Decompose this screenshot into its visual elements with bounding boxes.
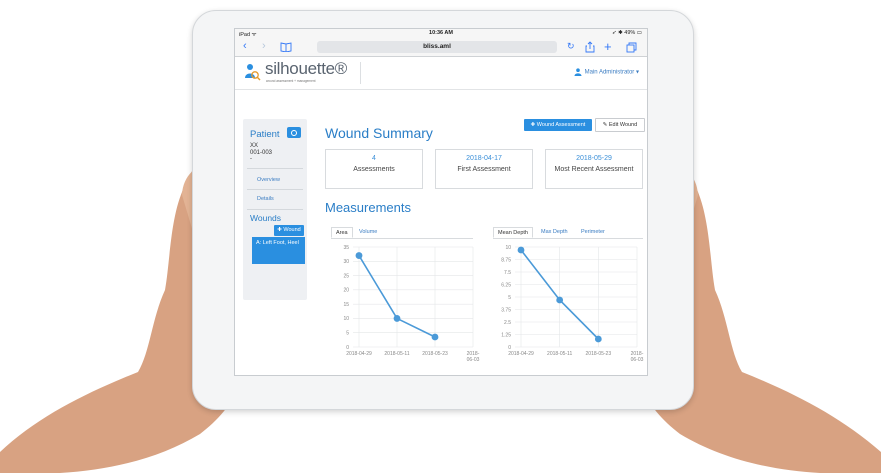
y-tick-label: 0 xyxy=(508,345,511,351)
patient-sidebar: Patient XX 001-003 - Overview Details Wo… xyxy=(243,119,307,300)
logo-tagline: wound assessment + management xyxy=(266,79,316,83)
stat-value: 2018-04-17 xyxy=(466,155,502,162)
data-point xyxy=(594,335,602,343)
chevron-right-icon[interactable]: › xyxy=(262,40,266,53)
y-tick-label: 30 xyxy=(343,259,349,265)
x-tick-label: 2018-04-29 xyxy=(346,351,372,357)
sidebar-divider xyxy=(247,189,303,190)
y-tick-label: 6.25 xyxy=(501,282,511,288)
plus-icon[interactable]: + xyxy=(604,40,612,53)
tabs-icon[interactable] xyxy=(626,42,637,53)
logo-icon xyxy=(245,64,261,81)
patient-info: XX 001-003 - xyxy=(250,143,272,163)
data-point xyxy=(393,315,401,322)
y-tick-label: 10 xyxy=(343,316,349,322)
mean-depth-chart: 10 8.75 7.5 6.25 5 3.75 2.5 1.25 02018-04-29 2018… xyxy=(501,245,644,363)
patient-id: 001-003 xyxy=(250,149,273,156)
stat-label: Assessments xyxy=(353,166,395,173)
reload-icon[interactable]: ↻ xyxy=(567,40,575,53)
stat-card-first-assessment: 2018-04-17 First Assessment xyxy=(435,149,533,189)
sidebar-item-overview[interactable]: Overview xyxy=(257,177,280,183)
page-title: Wound Summary xyxy=(325,125,433,141)
y-tick-label: 2.5 xyxy=(504,320,511,326)
x-tick-label: 2018-04-29 xyxy=(508,351,534,357)
header-divider xyxy=(360,62,361,84)
data-point xyxy=(556,296,564,304)
measurements-title: Measurements xyxy=(325,200,411,215)
wound-assessment-button[interactable]: ✚ Wound Assessment xyxy=(524,119,592,131)
edit-wound-button[interactable]: ✎ Edit Wound xyxy=(595,118,645,132)
tab-max-depth[interactable]: Max Depth xyxy=(537,227,572,238)
camera-icon[interactable] xyxy=(287,127,301,138)
chevron-left-icon[interactable]: ‹ xyxy=(243,40,247,53)
y-tick-label: 20 xyxy=(343,288,349,294)
safari-toolbar: ‹ › bliss.aml ↻ + xyxy=(235,38,647,57)
x-tick-label: 2018-05-23 xyxy=(422,351,448,357)
x-tick-label: 2018-05-23 xyxy=(586,351,612,357)
x-tick-label: 2018-05-11 xyxy=(384,351,409,357)
y-tick-label: 0 xyxy=(346,345,349,351)
data-point xyxy=(431,333,439,341)
y-tick-label: 10 xyxy=(505,245,511,251)
x-tick-label: 2018-05-11 xyxy=(547,351,572,357)
tab-mean-depth[interactable]: Mean Depth xyxy=(493,227,533,238)
patient-extra: - xyxy=(250,156,252,162)
x-tick-label: 06-03 xyxy=(467,357,480,363)
logo-text: silhouette® xyxy=(265,59,347,78)
stat-label: Most Recent Assessment xyxy=(554,166,634,173)
stat-value: 2018-05-29 xyxy=(576,155,612,162)
stat-label: First Assessment xyxy=(457,166,511,173)
stat-card-assessments: 4 Assessments xyxy=(325,149,423,189)
user-icon xyxy=(574,68,582,76)
data-point xyxy=(355,252,363,259)
sidebar-divider xyxy=(247,168,303,169)
sidebar-divider xyxy=(247,209,303,210)
tablet-screen: iPad ᯤ 10:36 AM ➶ ✱ 49% ▭ ‹ › bliss.aml … xyxy=(234,28,648,376)
tab-perimeter[interactable]: Perimeter xyxy=(577,227,609,238)
area-chart: 35 30 25 20 15 10 5 02018-04-29 2018-05-11 2018-0… xyxy=(343,245,480,363)
user-menu[interactable]: Main Administrator ▾ xyxy=(574,68,639,76)
data-point xyxy=(517,246,525,254)
x-tick-label: 06-03 xyxy=(631,357,644,363)
left-chart-tabs: Area Volume xyxy=(331,227,473,239)
ios-status-bar: iPad ᯤ 10:36 AM ➶ ✱ 49% ▭ xyxy=(235,29,647,38)
battery-status: ➶ ✱ 49% ▭ xyxy=(611,30,642,36)
clock: 10:36 AM xyxy=(429,30,453,36)
right-chart-tabs: Mean Depth Max Depth Perimeter xyxy=(493,227,643,239)
stat-card-recent-assessment: 2018-05-29 Most Recent Assessment xyxy=(545,149,643,189)
tab-volume[interactable]: Volume xyxy=(355,227,381,238)
y-tick-label: 3.75 xyxy=(501,307,511,313)
wound-list-item[interactable]: A: Left Foot, Heel xyxy=(252,237,305,264)
user-name: Main Administrator ▾ xyxy=(584,69,639,76)
book-icon[interactable] xyxy=(280,42,292,52)
url-text: bliss.aml xyxy=(423,43,451,50)
y-tick-label: 1.25 xyxy=(501,332,511,338)
patient-heading: Patient xyxy=(250,129,280,140)
y-tick-label: 7.5 xyxy=(504,270,511,276)
tab-area[interactable]: Area xyxy=(331,227,353,238)
stat-value: 4 xyxy=(372,155,376,162)
y-tick-label: 8.75 xyxy=(501,257,511,263)
y-tick-label: 5 xyxy=(508,295,511,301)
url-bar[interactable]: bliss.aml xyxy=(317,41,557,53)
sidebar-item-details[interactable]: Details xyxy=(257,196,274,202)
y-tick-label: 15 xyxy=(343,302,349,308)
y-tick-label: 35 xyxy=(343,245,349,251)
y-tick-label: 5 xyxy=(346,331,349,337)
add-wound-button[interactable]: ✚ Wound xyxy=(274,225,304,236)
y-tick-label: 25 xyxy=(343,273,349,279)
wounds-heading: Wounds xyxy=(250,213,282,223)
share-icon[interactable] xyxy=(585,41,595,53)
app-header: silhouette® wound assessment + managemen… xyxy=(235,57,647,90)
